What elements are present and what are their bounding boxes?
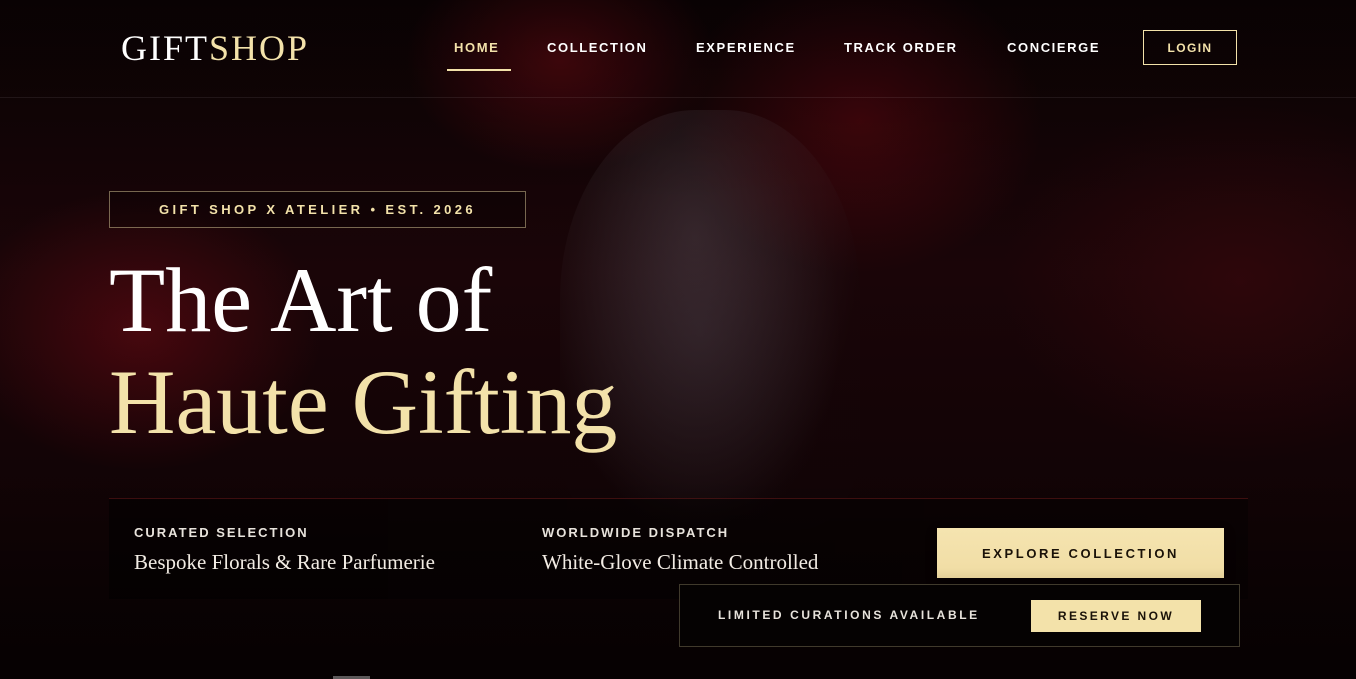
limited-curations-text: LIMITED CURATIONS AVAILABLE [718, 608, 980, 622]
nav-item-experience[interactable]: EXPERIENCE [696, 39, 796, 57]
reservation-strip: LIMITED CURATIONS AVAILABLE RESERVE NOW [679, 584, 1240, 647]
brand-logo[interactable]: GIFTSHOP [121, 28, 309, 68]
nav-item-home[interactable]: HOME [454, 39, 499, 57]
info-value-curated: Bespoke Florals & Rare Parfumerie [134, 550, 435, 574]
info-value-dispatch: White-Glove Climate Controlled [542, 550, 819, 574]
logo-primary-text: GIFT [121, 28, 209, 68]
hero-page: GIFTSHOP HOME COLLECTION EXPERIENCE TRAC… [0, 0, 1356, 679]
explore-collection-button[interactable]: EXPLORE COLLECTION [937, 528, 1224, 578]
hero-headline-line2: Haute Gifting [109, 351, 618, 453]
hero-tagline-badge: GIFT SHOP X ATELIER • EST. 2026 [109, 191, 526, 228]
site-header: GIFTSHOP HOME COLLECTION EXPERIENCE TRAC… [0, 0, 1356, 98]
hero-headline-line1: The Art of [109, 249, 493, 351]
info-label-curated: CURATED SELECTION [134, 525, 309, 540]
nav-active-indicator [447, 69, 511, 71]
reserve-now-button[interactable]: RESERVE NOW [1031, 600, 1201, 632]
nav-item-collection[interactable]: COLLECTION [547, 39, 648, 57]
info-label-dispatch: WORLDWIDE DISPATCH [542, 525, 730, 540]
login-button[interactable]: LOGIN [1143, 30, 1237, 65]
logo-accent-text: SHOP [209, 28, 310, 68]
nav-item-concierge[interactable]: CONCIERGE [1007, 39, 1100, 57]
nav-item-track-order[interactable]: TRACK ORDER [844, 39, 958, 57]
